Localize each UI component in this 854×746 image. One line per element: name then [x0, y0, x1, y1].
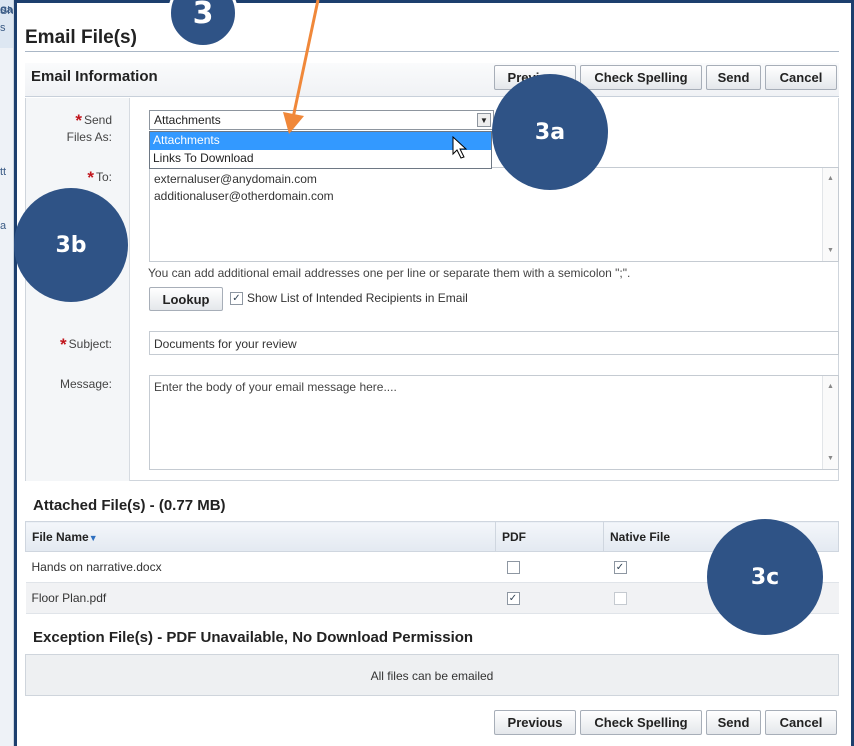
dropdown-option-links[interactable]: Links To Download [150, 150, 491, 168]
send-files-as-label: * Send Files As: [62, 112, 112, 146]
dropdown-option-attachments[interactable]: Attachments [150, 132, 491, 150]
email-files-dialog: Email File(s) Email Information Previous… [14, 0, 854, 746]
check-spelling-button-top[interactable]: Check Spelling [580, 65, 702, 90]
recipients-hint: You can add additional email addresses o… [148, 266, 631, 280]
section-label: Email Information [31, 68, 158, 85]
required-marker: * [60, 335, 67, 354]
callout-3c: 3c [707, 519, 823, 635]
pdf-cell [495, 551, 604, 583]
to-field[interactable]: externaluser@anydomain.com additionaluse… [149, 167, 839, 262]
scroll-down-icon[interactable]: ▼ [827, 242, 834, 259]
recipient-line: externaluser@anydomain.com [154, 172, 317, 186]
label-text: To: [95, 170, 112, 184]
scroll-down-icon[interactable]: ▼ [827, 450, 834, 467]
exception-files-empty: All files can be emailed [25, 654, 839, 696]
select-value: Attachments [154, 113, 221, 127]
native-checkbox[interactable] [613, 592, 627, 606]
cancel-button-top[interactable]: Cancel [765, 65, 837, 90]
background-text: s [0, 22, 6, 34]
message-field[interactable]: Enter the body of your email message her… [149, 375, 839, 470]
label-text: Subject: [68, 337, 112, 351]
label-text: Files As: [66, 130, 112, 144]
send-files-as-dropdown: Attachments Links To Download [149, 131, 492, 169]
scroll-up-icon[interactable]: ▲ [827, 378, 834, 395]
send-button-bottom[interactable]: Send [706, 710, 761, 735]
message-label: Message: [59, 377, 112, 391]
attached-files-title: Attached File(s) - (0.77 MB) [33, 497, 226, 514]
exception-files-title: Exception File(s) - PDF Unavailable, No … [33, 629, 474, 646]
message-placeholder: Enter the body of your email message her… [154, 380, 397, 394]
background-text: Sh [0, 5, 14, 17]
subject-label: * Subject: [46, 335, 112, 355]
subject-input[interactable]: Documents for your review [149, 331, 839, 355]
previous-button-bottom[interactable]: Previous [494, 710, 576, 735]
scroll-up-icon[interactable]: ▲ [827, 170, 834, 187]
check-spelling-button-bottom[interactable]: Check Spelling [580, 710, 702, 735]
email-form: * Send Files As: Attachments ▼ Attachment… [25, 98, 839, 481]
column-file-name[interactable]: File Name▼ [25, 521, 496, 552]
recipient-line: additionaluser@otherdomain.com [154, 189, 334, 203]
label-text: Send [83, 113, 112, 127]
pdf-cell: ✓ [495, 582, 604, 614]
dialog-title: Email File(s) [25, 27, 137, 48]
background-text: a [0, 220, 7, 232]
send-button-top[interactable]: Send [706, 65, 761, 90]
cancel-button-bottom[interactable]: Cancel [765, 710, 837, 735]
chevron-down-icon[interactable]: ▼ [477, 113, 491, 127]
file-name-cell: Hands on narrative.docx [25, 551, 496, 583]
required-marker: * [87, 168, 94, 187]
show-recipients-checkbox[interactable]: ✓ [230, 292, 243, 306]
native-checkbox[interactable]: ✓ [613, 561, 627, 575]
background-window: s oa Sh tt a [0, 0, 14, 746]
send-files-as-select[interactable]: Attachments ▼ [149, 110, 494, 130]
callout-3b: 3b [14, 188, 128, 302]
column-pdf[interactable]: PDF [495, 521, 604, 552]
mouse-cursor-icon [452, 136, 468, 159]
scrollbar[interactable]: ▲ ▼ [822, 168, 838, 261]
to-label: * To: [76, 168, 112, 188]
pdf-checkbox[interactable] [506, 561, 520, 575]
callout-3a: 3a [492, 74, 608, 190]
pdf-checkbox[interactable]: ✓ [506, 592, 520, 606]
lookup-button[interactable]: Lookup [149, 287, 223, 311]
title-divider [25, 51, 839, 52]
checkbox-label: Show List of Intended Recipients in Emai… [247, 291, 468, 305]
column-label: File Name [32, 529, 89, 544]
scrollbar[interactable]: ▲ ▼ [822, 376, 838, 469]
sort-down-icon[interactable]: ▼ [89, 533, 98, 543]
show-recipients-option[interactable]: ✓ Show List of Intended Recipients in Ema… [230, 291, 468, 306]
required-marker: * [75, 111, 82, 130]
background-text: tt [0, 166, 7, 178]
file-name-cell: Floor Plan.pdf [25, 582, 496, 614]
